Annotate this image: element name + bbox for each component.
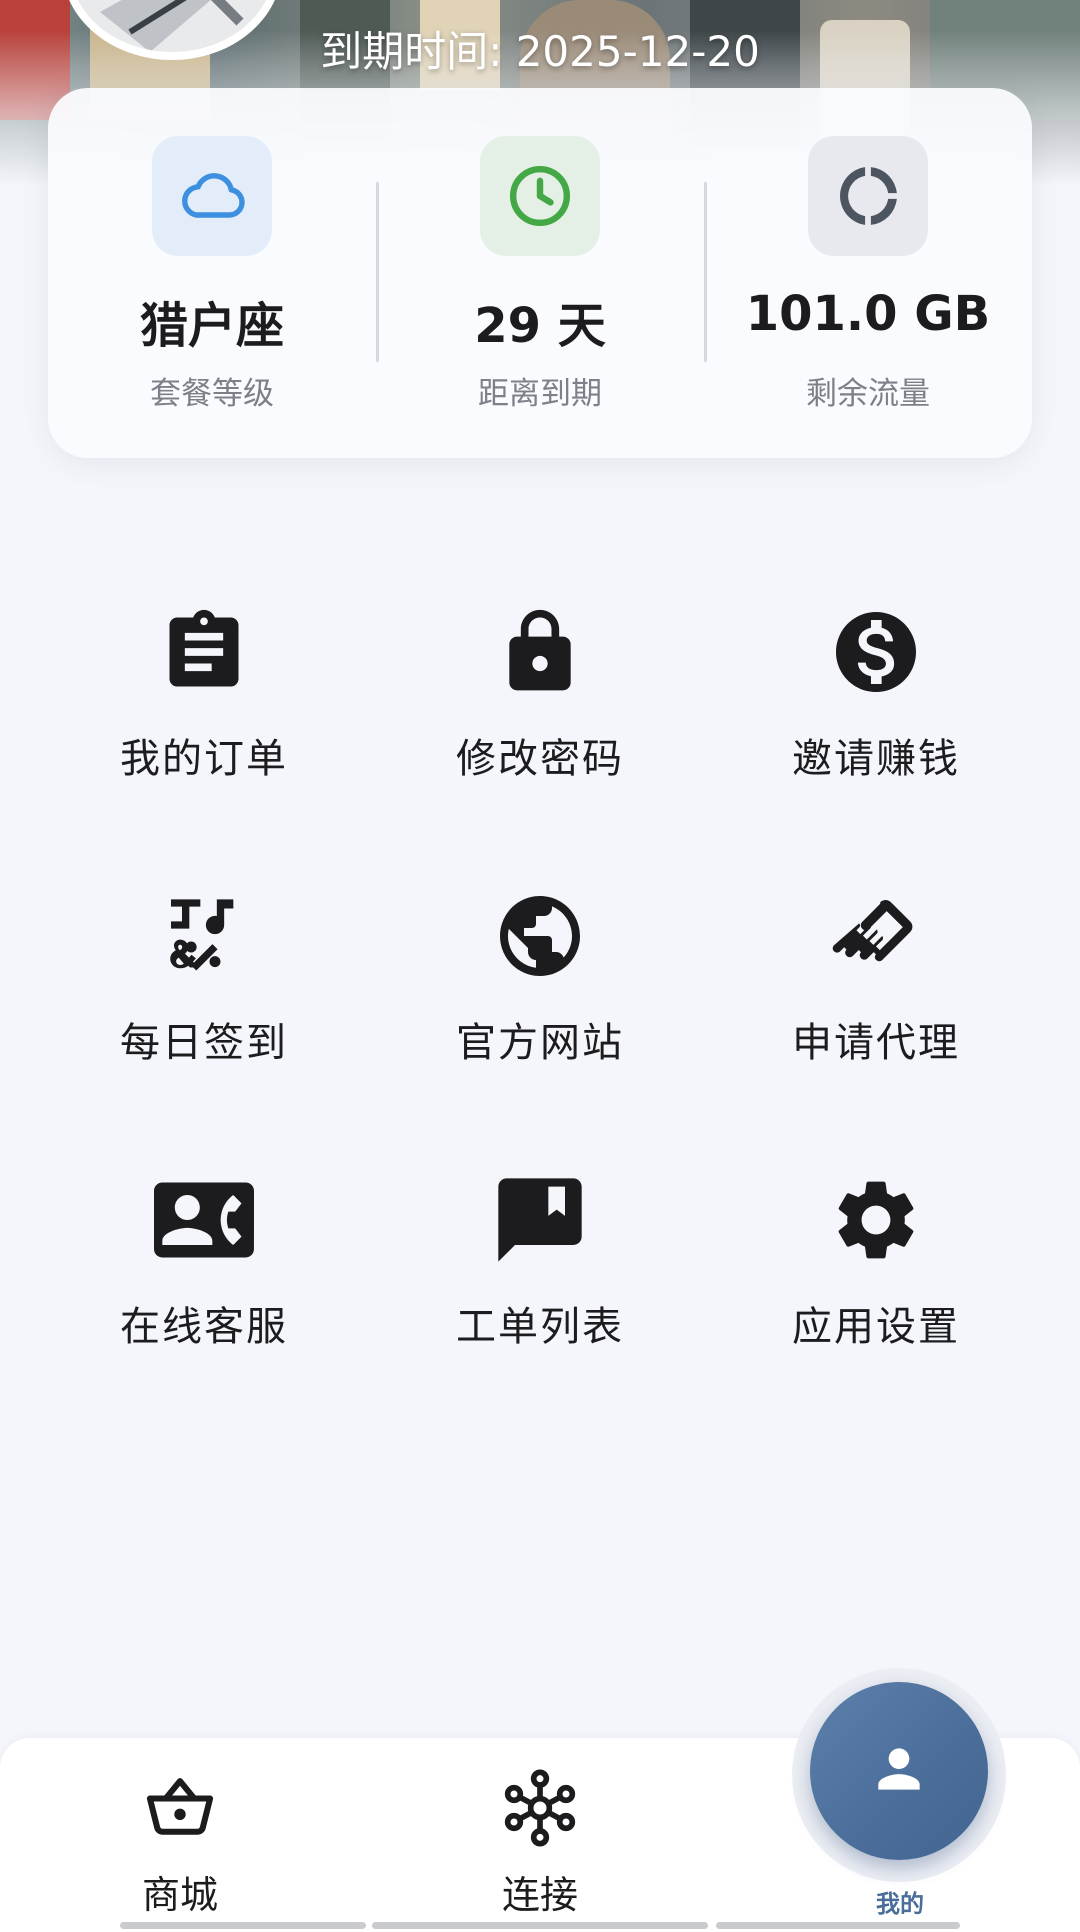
remaining-traffic-value: 101.0 GB: [745, 286, 991, 342]
expire-date-text: 到期时间: 2025-12-20: [320, 27, 760, 76]
menu-label: 修改密码: [456, 736, 624, 782]
contact-phone-icon: [154, 1170, 254, 1270]
menu-official-website[interactable]: 官方网站: [372, 886, 708, 1106]
menu-label: 官方网站: [456, 1020, 624, 1066]
remaining-traffic-label: 剩余流量: [806, 376, 930, 412]
menu-label: 我的订单: [120, 736, 288, 782]
menu-app-settings[interactable]: 应用设置: [708, 1170, 1044, 1390]
days-left-value: 29 天: [474, 298, 606, 354]
days-left-label: 距离到期: [478, 376, 602, 412]
donut-icon: [808, 136, 928, 256]
nav-item-shop[interactable]: 商城: [80, 1768, 280, 1918]
menu-online-support[interactable]: 在线客服: [36, 1170, 372, 1390]
nav-item-mine[interactable]: [810, 1682, 988, 1860]
menu-apply-agent[interactable]: 申请代理: [708, 886, 1044, 1106]
symbols-icon: [154, 886, 254, 986]
plan-level-label: 套餐等级: [150, 376, 274, 412]
basket-icon: [140, 1768, 220, 1848]
hub-icon: [500, 1768, 580, 1848]
cloud-icon: [152, 136, 272, 256]
menu-label: 邀请赚钱: [792, 736, 960, 782]
nav-indicator-right: [716, 1922, 960, 1929]
subscription-stats-card: 猎户座 套餐等级 29 天 距离到期 101.0 GB 剩余流量: [48, 88, 1032, 458]
nav-indicator-center: [372, 1922, 708, 1929]
clipboard-icon: [154, 602, 254, 702]
plan-level-value: 猎户座: [139, 298, 284, 354]
gear-icon: [826, 1170, 926, 1270]
nav-label-shop: 商城: [141, 1873, 218, 1917]
stat-days-left: 29 天 距离到期: [376, 88, 704, 458]
person-icon: [868, 1738, 930, 1804]
nav-label-connect: 连接: [501, 1873, 578, 1917]
menu-invite-earn[interactable]: 邀请赚钱: [708, 602, 1044, 822]
stat-remaining-traffic: 101.0 GB 剩余流量: [704, 88, 1032, 458]
menu-change-password[interactable]: 修改密码: [372, 602, 708, 822]
menu-label: 申请代理: [792, 1020, 960, 1066]
stat-plan-level: 猎户座 套餐等级: [48, 88, 376, 458]
nav-indicator-left: [120, 1922, 366, 1929]
menu-label: 应用设置: [792, 1304, 960, 1350]
clock-icon: [480, 136, 600, 256]
lock-icon: [490, 602, 590, 702]
handshake-icon: [826, 886, 926, 986]
globe-icon: [490, 886, 590, 986]
nav-item-connect[interactable]: 连接: [440, 1768, 640, 1918]
menu-label: 每日签到: [120, 1020, 288, 1066]
menu-daily-checkin[interactable]: 每日签到: [36, 886, 372, 1106]
dollar-icon: [826, 602, 926, 702]
nav-label-mine: 我的: [876, 1890, 924, 1918]
menu-ticket-list[interactable]: 工单列表: [372, 1170, 708, 1390]
menu-label: 工单列表: [456, 1304, 624, 1350]
menu-label: 在线客服: [120, 1304, 288, 1350]
menu-my-orders[interactable]: 我的订单: [36, 602, 372, 822]
chat-bookmark-icon: [490, 1170, 590, 1270]
